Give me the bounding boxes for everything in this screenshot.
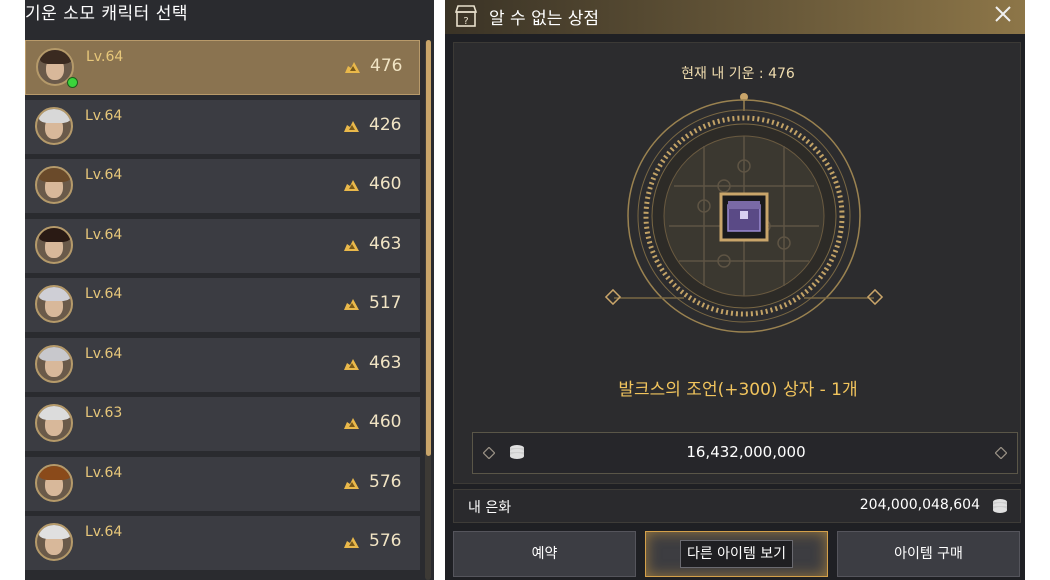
shop-header: ? 알 수 없는 상점 xyxy=(445,0,1025,34)
character-level: Lv.63 xyxy=(85,405,123,421)
avatar-hair xyxy=(39,227,71,242)
shop-title: 알 수 없는 상점 xyxy=(489,9,600,29)
online-status-icon xyxy=(67,77,78,88)
item-display: 현재 내 기운 : 476 발크스의 조언(+300) 상자 - 1개 16,4… xyxy=(453,42,1021,484)
avatar-hair xyxy=(39,168,71,182)
balance-bar: 내 은화 204,000,048,604 xyxy=(453,489,1021,523)
character-select-panel: 기운 소모 캐릭터 선택 Lv.64 476 Lv.64 426 Lv.64 460 Lv.… xyxy=(25,0,434,580)
spirit-points-icon xyxy=(344,418,359,429)
shop-icon: ? xyxy=(454,5,478,27)
price-box: 16,432,000,000 xyxy=(472,432,1018,474)
svg-text:?: ? xyxy=(463,16,468,27)
character-row[interactable]: Lv.64 426 xyxy=(25,99,420,155)
character-spirit-points: 463 xyxy=(369,233,402,254)
character-row[interactable]: Lv.64 476 xyxy=(25,40,420,95)
price-value: 16,432,000,000 xyxy=(686,443,806,461)
item-name: 발크스의 조언(+300) 상자 - 1개 xyxy=(618,380,858,400)
close-icon[interactable] xyxy=(991,2,1015,26)
character-row[interactable]: Lv.63 460 xyxy=(25,397,420,452)
view-other-items-button[interactable]: 다른 아이템 보기 xyxy=(645,531,828,577)
character-row[interactable]: Lv.64 576 xyxy=(25,516,420,571)
character-avatar xyxy=(35,404,73,442)
character-row[interactable]: Lv.64 463 xyxy=(25,337,420,393)
character-spirit-points: 460 xyxy=(369,412,402,432)
spirit-points-icon xyxy=(344,299,359,310)
avatar-hair xyxy=(39,346,71,361)
character-avatar xyxy=(35,166,73,204)
silver-coin-icon xyxy=(993,499,1007,513)
character-level: Lv.64 xyxy=(86,49,124,65)
character-level: Lv.64 xyxy=(85,464,123,481)
current-spirit-text: 현재 내 기운 : 476 xyxy=(681,66,795,82)
character-level: Lv.64 xyxy=(85,226,123,243)
character-spirit-points: 476 xyxy=(370,56,403,76)
character-row[interactable]: Lv.64 517 xyxy=(25,278,420,333)
avatar-hair xyxy=(39,406,71,420)
character-level: Lv.64 xyxy=(85,345,123,362)
spirit-points-icon xyxy=(345,62,360,73)
character-row[interactable]: Lv.64 576 xyxy=(25,456,420,512)
view-other-items-label: 다른 아이템 보기 xyxy=(679,540,794,568)
reserve-button[interactable]: 예약 xyxy=(453,531,636,577)
balance-value: 204,000,048,604 xyxy=(859,497,980,513)
character-spirit-points: 576 xyxy=(369,531,402,551)
spirit-points-icon xyxy=(344,180,359,191)
character-spirit-points: 463 xyxy=(369,352,402,373)
avatar-hair xyxy=(39,287,71,301)
character-level: Lv.64 xyxy=(85,524,123,540)
character-spirit-points: 426 xyxy=(369,114,402,135)
character-level: Lv.64 xyxy=(85,286,123,302)
avatar-hair xyxy=(40,50,72,64)
shop-window: ? 알 수 없는 상점 현재 내 기운 : 476 발크스의 조언(+300) … xyxy=(445,0,1025,580)
character-avatar xyxy=(35,225,73,264)
avatar-hair xyxy=(39,465,71,480)
character-row[interactable]: Lv.64 460 xyxy=(25,159,420,214)
spirit-points-icon xyxy=(344,239,359,251)
spirit-points-icon xyxy=(344,120,359,132)
character-spirit-points: 460 xyxy=(369,174,402,194)
avatar-hair xyxy=(39,525,71,539)
avatar-hair xyxy=(39,108,71,123)
character-avatar xyxy=(35,106,73,145)
balance-label: 내 은화 xyxy=(468,500,512,516)
character-row[interactable]: Lv.64 463 xyxy=(25,218,420,274)
character-avatar xyxy=(35,523,73,561)
spirit-points-icon xyxy=(344,537,359,548)
character-spirit-points: 576 xyxy=(369,471,402,492)
character-avatar xyxy=(35,344,73,383)
puzzle-emblem xyxy=(604,93,884,333)
character-avatar xyxy=(35,463,73,502)
diamond-icon xyxy=(995,447,1007,459)
character-avatar xyxy=(35,285,73,323)
character-level: Lv.64 xyxy=(85,167,123,183)
scrollbar-thumb[interactable] xyxy=(426,40,431,456)
character-spirit-points: 517 xyxy=(369,293,402,313)
spirit-points-icon xyxy=(344,358,359,370)
character-level: Lv.64 xyxy=(85,107,123,124)
panel-title: 기운 소모 캐릭터 선택 xyxy=(25,4,188,24)
spirit-points-icon xyxy=(344,477,359,489)
buy-item-button[interactable]: 아이템 구매 xyxy=(837,531,1020,577)
